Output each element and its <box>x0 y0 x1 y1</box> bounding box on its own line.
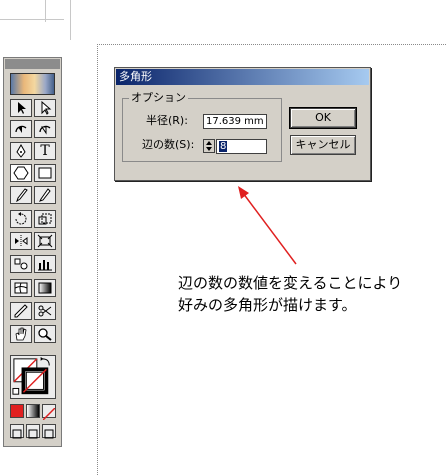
annotation-arrow <box>238 186 297 265</box>
caption-line-2: 好みの多角形が描けます。 <box>178 296 357 314</box>
caption-line-1: 辺の数の数値を変えることにより <box>178 274 403 292</box>
annotation-caption: 辺の数の数値を変えることにより 好みの多角形が描けます。 <box>178 272 402 316</box>
